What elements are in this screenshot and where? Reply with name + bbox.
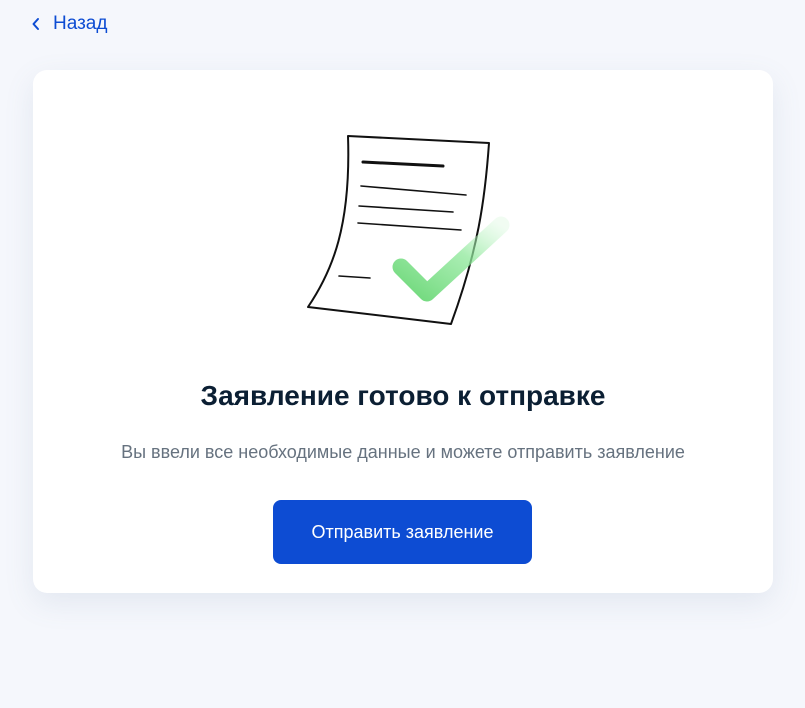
document-check-icon (303, 130, 543, 330)
back-link[interactable]: Назад (31, 12, 107, 36)
application-ready-card: Заявление готово к отправке Вы ввели все… (33, 70, 773, 593)
back-link-label: Назад (53, 13, 108, 34)
submit-application-button[interactable]: Отправить заявление (273, 500, 532, 564)
page-title: Заявление готово к отправке (200, 380, 606, 411)
page-subtitle: Вы ввели все необходимые данные и можете… (121, 442, 685, 462)
chevron-left-icon (31, 12, 45, 36)
